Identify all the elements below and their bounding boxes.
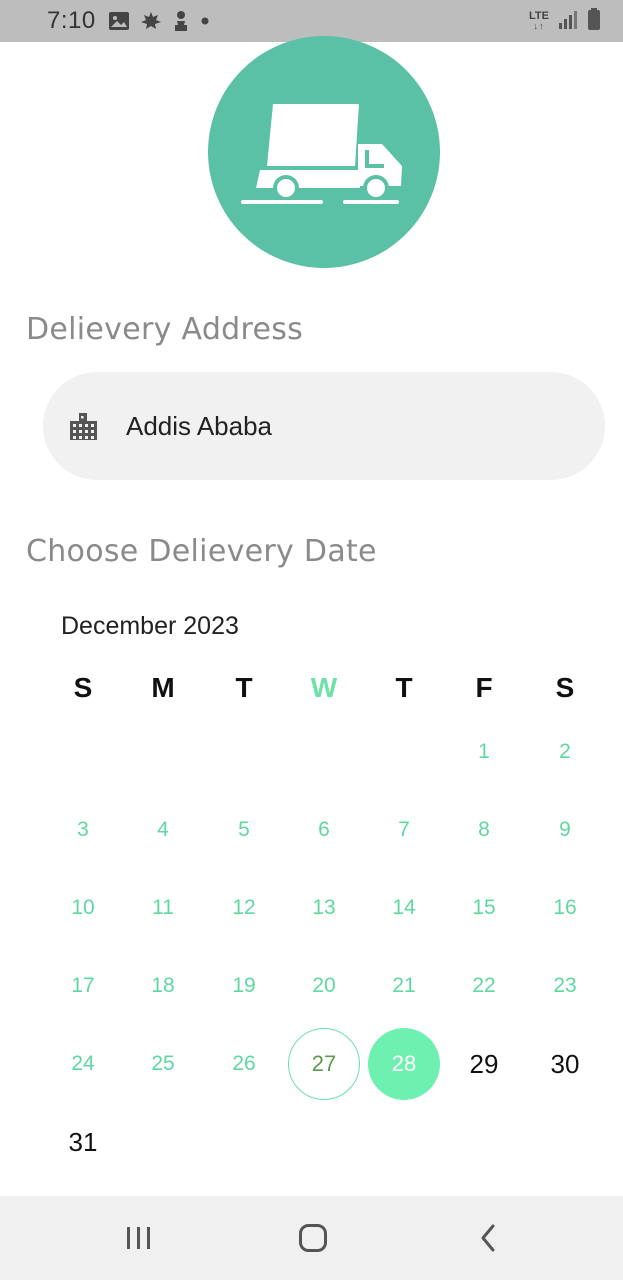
calendar-day[interactable]: 26 bbox=[208, 1028, 280, 1100]
calendar-day[interactable]: 5 bbox=[208, 794, 280, 866]
address-field[interactable]: Addis Ababa bbox=[43, 372, 605, 480]
network-label: LTE bbox=[529, 10, 549, 22]
status-time: 7:10 bbox=[47, 7, 96, 34]
home-icon bbox=[299, 1224, 327, 1252]
date-section-title: Choose Delievery Date bbox=[26, 534, 377, 569]
calendar-day[interactable]: 3 bbox=[47, 794, 119, 866]
calendar-day[interactable]: 23 bbox=[529, 950, 601, 1022]
calendar-day[interactable]: 16 bbox=[529, 872, 601, 944]
calendar-day[interactable]: 17 bbox=[47, 950, 119, 1022]
signal-icon bbox=[557, 8, 579, 35]
calendar-day[interactable]: 10 bbox=[47, 872, 119, 944]
delivery-truck-icon bbox=[241, 104, 402, 204]
calendar-day[interactable]: 19 bbox=[208, 950, 280, 1022]
calendar-day[interactable]: 25 bbox=[127, 1028, 199, 1100]
weekday-header: T bbox=[395, 672, 413, 703]
calendar-day-selected[interactable]: 28 bbox=[368, 1028, 440, 1100]
address-section-title: Delievery Address bbox=[26, 312, 304, 347]
recent-apps-button[interactable] bbox=[117, 1218, 161, 1258]
notification-icons bbox=[108, 10, 210, 32]
home-button[interactable] bbox=[291, 1218, 335, 1258]
weekday-header: T bbox=[235, 672, 253, 703]
calendar-day[interactable]: 20 bbox=[288, 950, 360, 1022]
calendar-day[interactable]: 2 bbox=[529, 716, 601, 788]
back-icon bbox=[481, 1224, 495, 1252]
calendar-day-today[interactable]: 27 bbox=[288, 1028, 360, 1100]
city-buildings-icon bbox=[68, 410, 100, 442]
calendar-day[interactable]: 9 bbox=[529, 794, 601, 866]
weekday-header: M bbox=[151, 672, 175, 703]
calendar-day[interactable]: 21 bbox=[368, 950, 440, 1022]
leaf-icon bbox=[140, 10, 162, 32]
address-value: Addis Ababa bbox=[126, 410, 273, 441]
calendar-day[interactable]: 1 bbox=[448, 716, 520, 788]
recent-apps-icon bbox=[127, 1227, 150, 1249]
calendar-day[interactable]: 24 bbox=[47, 1028, 119, 1100]
calendar-day[interactable]: 14 bbox=[368, 872, 440, 944]
calendar-day[interactable]: 6 bbox=[288, 794, 360, 866]
calendar-day[interactable]: 4 bbox=[127, 794, 199, 866]
image-icon bbox=[108, 11, 130, 31]
calendar-day[interactable]: 15 bbox=[448, 872, 520, 944]
weekday-header: S bbox=[555, 672, 575, 703]
weekday-header: F bbox=[475, 672, 493, 703]
battery-icon bbox=[587, 7, 601, 36]
navigation-bar bbox=[0, 1196, 623, 1280]
calendar-day[interactable]: 31 bbox=[47, 1106, 119, 1178]
system-icons: LTE ↓↑ bbox=[529, 7, 601, 36]
calendar-day[interactable]: 22 bbox=[448, 950, 520, 1022]
chess-pawn-icon bbox=[172, 10, 190, 32]
weekday-header: S bbox=[73, 672, 93, 703]
calendar-day[interactable]: 8 bbox=[448, 794, 520, 866]
back-button[interactable] bbox=[466, 1218, 510, 1258]
dot-icon bbox=[200, 16, 210, 26]
calendar-day[interactable]: 18 bbox=[127, 950, 199, 1022]
calendar-day[interactable]: 11 bbox=[127, 872, 199, 944]
calendar-day[interactable]: 13 bbox=[288, 872, 360, 944]
calendar-day[interactable]: 30 bbox=[529, 1028, 601, 1100]
network-type: LTE ↓↑ bbox=[529, 10, 549, 32]
calendar-day[interactable]: 12 bbox=[208, 872, 280, 944]
calendar-day[interactable]: 29 bbox=[448, 1028, 520, 1100]
delivery-hero bbox=[208, 36, 440, 268]
calendar-day[interactable]: 7 bbox=[368, 794, 440, 866]
calendar-month-label[interactable]: December 2023 bbox=[61, 612, 239, 641]
weekday-header: W bbox=[310, 672, 338, 703]
